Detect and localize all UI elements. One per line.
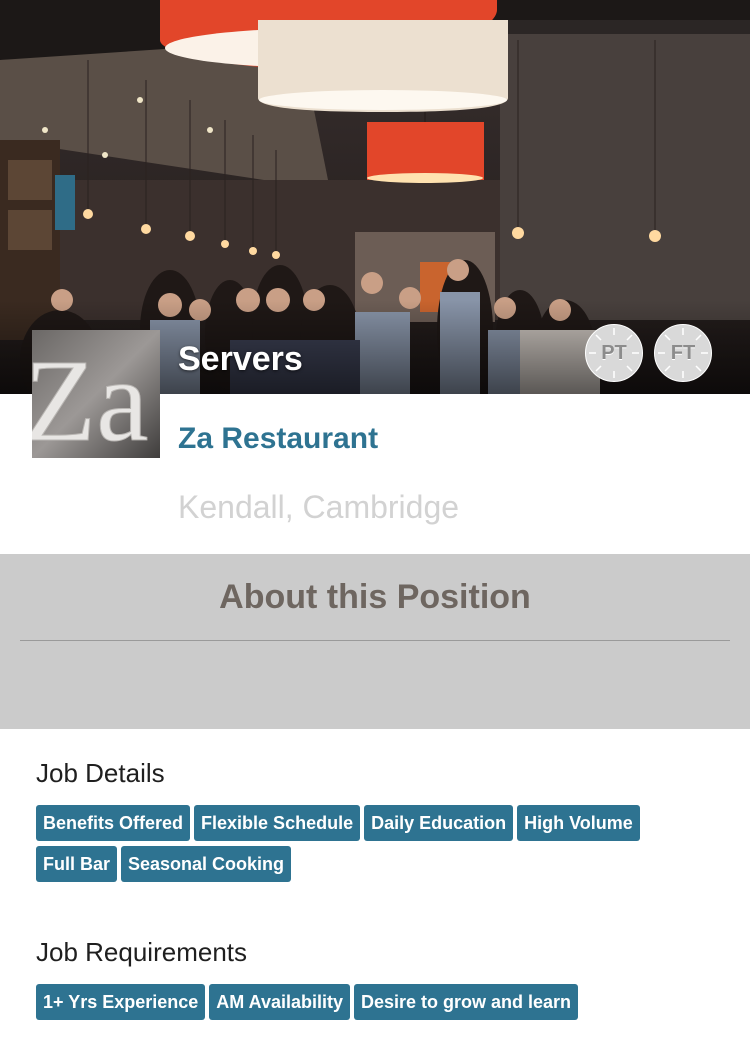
part-time-badge: PT	[585, 324, 643, 382]
job-detail-tag: Full Bar	[36, 846, 118, 882]
job-requirement-tag: 1+ Yrs Experience	[36, 984, 206, 1020]
job-requirements-tags: 1+ Yrs Experience AM Availability Desire…	[36, 984, 676, 1020]
job-requirement-tag: AM Availability	[209, 984, 350, 1020]
about-section: About this Position	[0, 554, 750, 729]
restaurant-location: Kendall, Cambridge	[178, 489, 460, 525]
job-details-tags: Benefits Offered Flexible Schedule Daily…	[36, 805, 676, 882]
restaurant-name-link[interactable]: Za Restaurant	[178, 422, 378, 456]
about-title: About this Position	[219, 578, 531, 616]
job-detail-tag: High Volume	[517, 805, 640, 841]
job-detail-tag: Flexible Schedule	[194, 805, 361, 841]
job-detail-tag: Daily Education	[364, 805, 514, 841]
job-details-title: Job Details	[36, 758, 165, 788]
logo-lettering: Za	[32, 335, 148, 458]
restaurant-logo: Za	[32, 330, 160, 458]
job-detail-tag: Benefits Offered	[36, 805, 191, 841]
full-time-label: FT	[670, 342, 696, 364]
part-time-label: PT	[601, 342, 627, 364]
job-title: Servers	[178, 340, 303, 378]
job-detail-tag: Seasonal Cooking	[121, 846, 292, 882]
about-divider	[20, 640, 730, 641]
full-time-badge: FT	[654, 324, 712, 382]
job-requirement-tag: Desire to grow and learn	[353, 984, 579, 1020]
job-requirements-title: Job Requirements	[36, 937, 247, 967]
za-logo-image: Za	[32, 330, 160, 458]
